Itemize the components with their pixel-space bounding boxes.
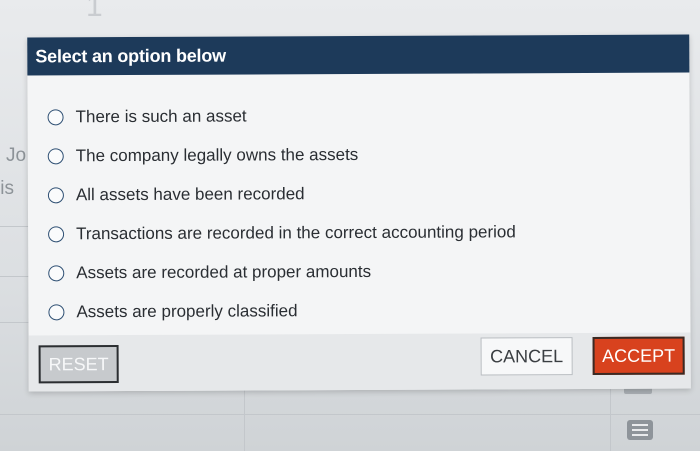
accept-button[interactable]: ACCEPT — [592, 336, 685, 375]
option-item[interactable]: The company legally owns the assets — [47, 134, 516, 175]
radio-unselected-icon[interactable] — [47, 186, 64, 203]
background-divider — [0, 276, 30, 277]
option-item[interactable]: All assets have been recorded — [47, 173, 516, 214]
select-option-dialog: Select an option below There is such an … — [27, 34, 691, 392]
option-label: All assets have been recorded — [75, 183, 305, 204]
background-divider — [0, 322, 30, 323]
option-item[interactable]: There is such an asset — [47, 95, 515, 136]
option-label: There is such an asset — [75, 105, 247, 126]
cancel-button[interactable]: CANCEL — [480, 337, 573, 376]
background-number: 1 — [86, 0, 103, 23]
radio-unselected-icon[interactable] — [47, 147, 64, 164]
dialog-title: Select an option below — [35, 45, 226, 66]
dialog-header: Select an option below — [27, 34, 690, 76]
radio-unselected-icon[interactable] — [48, 264, 65, 281]
reset-button[interactable]: RESET — [38, 345, 119, 384]
radio-unselected-icon[interactable] — [47, 108, 64, 125]
background-text-fragment: lis — [0, 178, 14, 199]
background-divider — [610, 386, 611, 451]
dialog-footer: RESET CANCEL ACCEPT — [28, 332, 691, 392]
option-label: Assets are recorded at proper amounts — [76, 261, 372, 282]
option-list: There is such an asset The company legal… — [47, 95, 516, 331]
option-item[interactable]: Assets are recorded at proper amounts — [48, 251, 516, 292]
radio-unselected-icon[interactable] — [48, 225, 65, 242]
background-divider — [0, 414, 700, 415]
option-label: The company legally owns the assets — [75, 144, 359, 165]
radio-unselected-icon[interactable] — [48, 303, 65, 320]
option-item[interactable]: Assets are properly classified — [48, 290, 516, 331]
option-label: Transactions are recorded in the correct… — [76, 221, 516, 243]
option-item[interactable]: Transactions are recorded in the correct… — [48, 212, 516, 253]
background-text-fragment: Jo — [6, 145, 27, 166]
background-divider — [0, 226, 30, 227]
list-icon[interactable] — [627, 420, 653, 440]
option-label: Assets are properly classified — [76, 300, 298, 321]
background-divider — [244, 386, 245, 451]
